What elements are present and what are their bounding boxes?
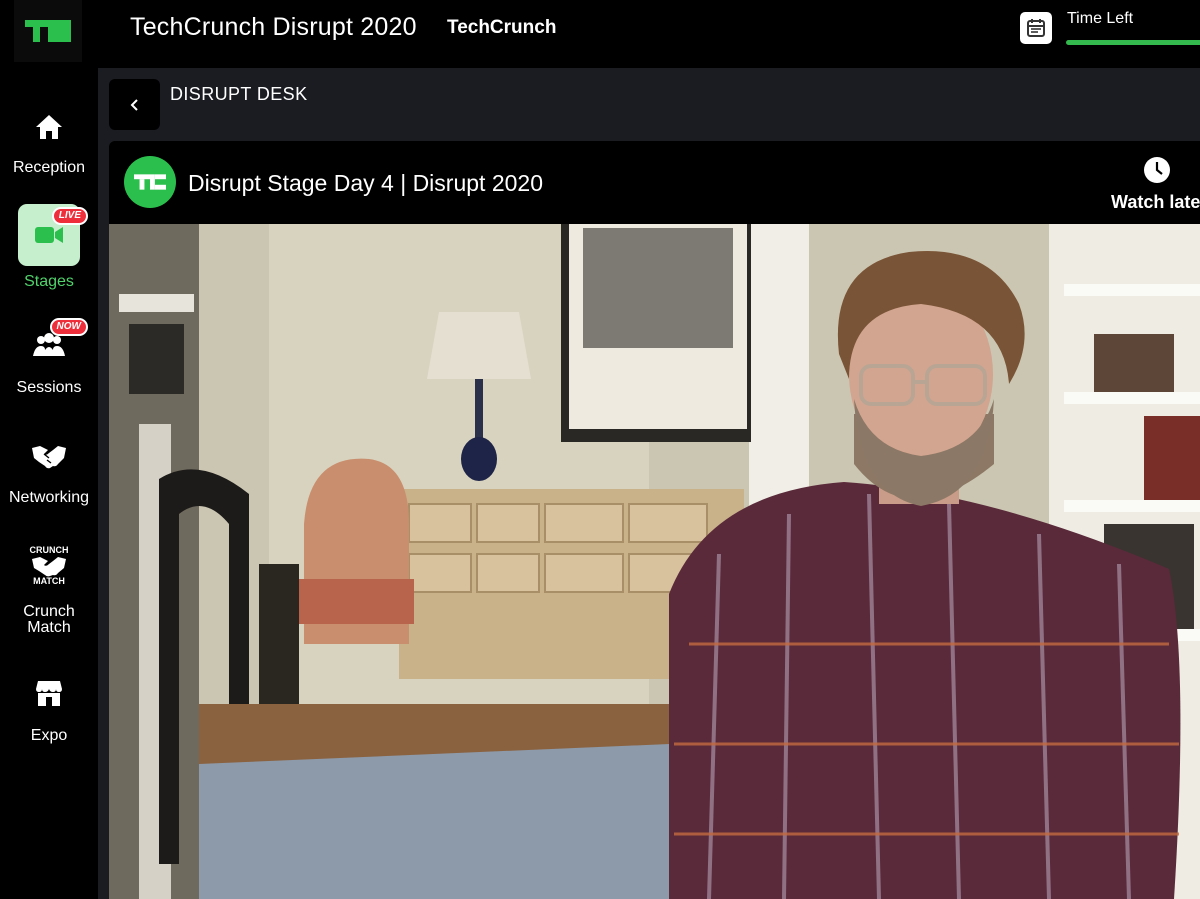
chevron-left-icon [130,98,138,111]
main-content: DISRUPT DESK Disrupt Stage Day 4 | Disru… [98,68,1200,899]
back-button[interactable] [109,79,160,130]
handshake-icon [18,430,80,482]
sidebar-item-label: Stages [24,273,74,290]
crunch-match-icon-bottom: MATCH [33,576,65,586]
video-frame-image [109,224,1200,899]
video-header: Disrupt Stage Day 4 | Disrupt 2020 Watch… [109,141,1200,224]
app-title: TechCrunch Disrupt 2020 [130,13,417,41]
crunch-match-icon-top: CRUNCH [29,545,69,555]
crunch-match-icon: CRUNCH MATCH [18,538,80,594]
top-bar: TechCrunch Disrupt 2020 TechCrunch Time … [0,0,1200,68]
clock-icon [1144,157,1170,183]
home-icon [18,102,80,152]
time-left-bar [1066,40,1200,45]
tc-logo-icon [25,20,71,42]
sidebar-item-label: Sessions [16,379,82,396]
sidebar-item-label: Reception [12,159,86,176]
sidebar-nav: Reception LIVE Stages NOW Sessions Netwo… [0,68,98,899]
storefront-icon [18,666,80,720]
agenda-button[interactable] [1020,12,1052,44]
sidebar-item-reception[interactable]: Reception [0,102,98,176]
sidebar-item-label: Crunch Match [23,603,75,636]
audience-icon: NOW [18,318,88,372]
time-left-label: Time Left [1067,10,1134,27]
now-badge: NOW [49,318,88,336]
sidebar-item-sessions[interactable]: NOW Sessions [0,318,98,396]
video-title: Disrupt Stage Day 4 | Disrupt 2020 [188,170,543,196]
tc-logo-icon [134,174,166,190]
techcrunch-logo[interactable] [14,0,82,62]
sidebar-item-networking[interactable]: Networking [0,430,98,506]
channel-avatar [124,156,176,208]
video-card: Disrupt Stage Day 4 | Disrupt 2020 Watch… [109,141,1200,899]
calendar-icon [1027,19,1045,37]
sidebar-item-label: Networking [8,489,90,506]
watch-later-label: Watch later [1111,192,1200,212]
watch-later-button[interactable]: Watch later [1111,156,1200,213]
org-name[interactable]: TechCrunch [447,17,556,39]
sidebar-item-stages[interactable]: LIVE Stages [0,204,98,290]
sidebar-item-label: Expo [30,727,68,744]
sidebar-item-crunch-match[interactable]: CRUNCH MATCH Crunch Match [0,538,98,636]
video-player[interactable] [109,224,1200,899]
sidebar-item-expo[interactable]: Expo [0,666,98,744]
live-badge: LIVE [51,207,88,225]
section-title: DISRUPT DESK [170,84,308,104]
time-left-fill [1066,40,1200,45]
video-camera-icon: LIVE [18,204,88,266]
